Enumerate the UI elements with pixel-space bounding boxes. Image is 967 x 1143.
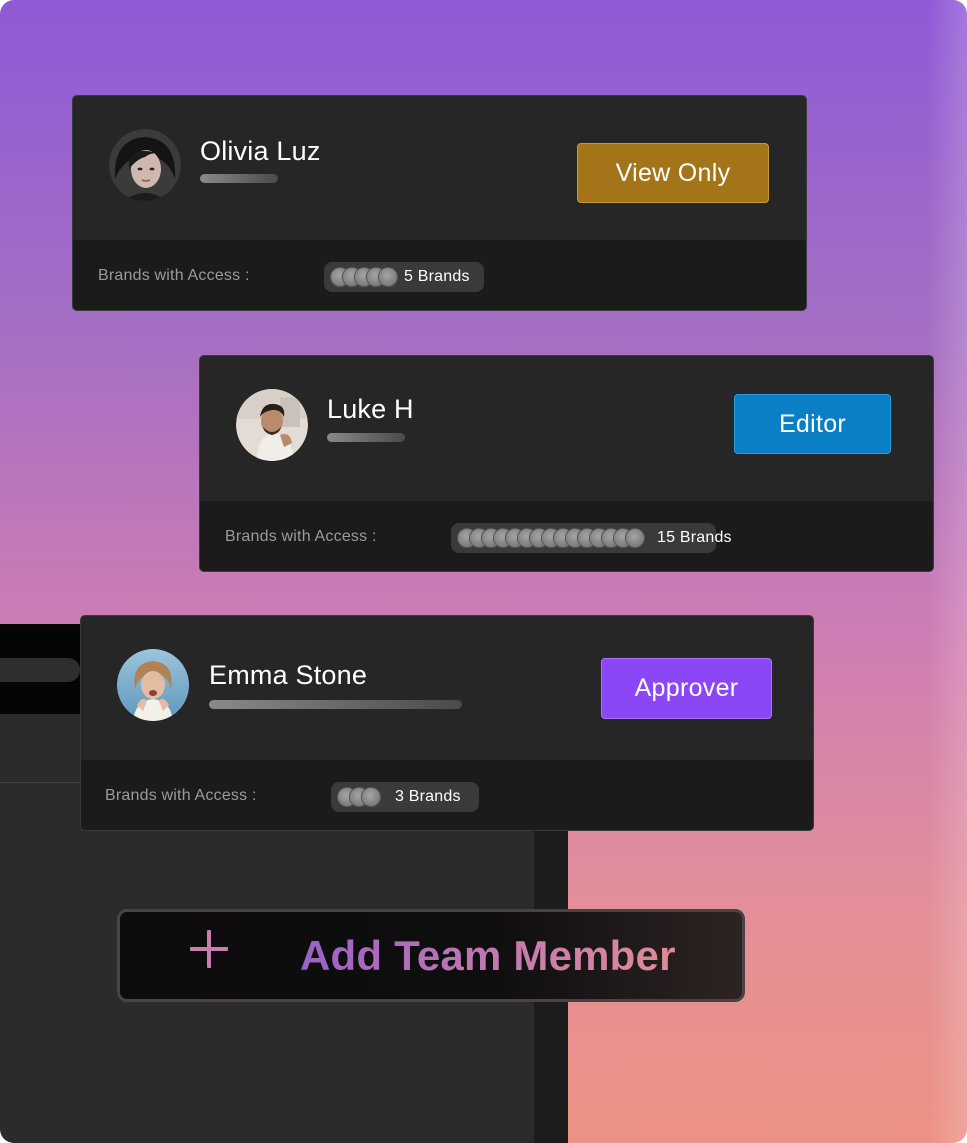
member-card-luke: Luke H Editor Brands with Access : 15 Br… [199, 355, 934, 572]
avatar [109, 129, 181, 201]
member-subtitle-placeholder [200, 174, 278, 183]
card-footer: Brands with Access : 3 Brands [81, 760, 813, 830]
brand-logos [457, 527, 645, 549]
brand-logo-icon [361, 787, 381, 807]
role-button-editor[interactable]: Editor [734, 394, 891, 454]
brand-logo-icon [625, 528, 645, 548]
brands-pill[interactable]: 3 Brands [331, 782, 479, 812]
brands-access-label: Brands with Access : [98, 267, 250, 284]
brand-logos [330, 266, 398, 288]
avatar [117, 649, 189, 721]
brands-access-label: Brands with Access : [105, 787, 257, 804]
brand-logo-icon [378, 267, 398, 287]
brands-count: 15 Brands [657, 529, 732, 546]
add-team-member-label: Add Team Member [300, 932, 676, 979]
member-name: Luke H [327, 394, 414, 424]
brands-pill[interactable]: 5 Brands [324, 262, 484, 292]
role-button-view-only[interactable]: View Only [577, 143, 769, 203]
card-footer: Brands with Access : 5 Brands [73, 240, 806, 310]
background-tab-pill [0, 658, 80, 682]
plus-icon [190, 930, 228, 968]
brands-pill[interactable]: 15 Brands [451, 523, 732, 553]
member-name: Emma Stone [209, 660, 368, 690]
member-subtitle-placeholder [327, 433, 405, 442]
member-card-emma: Emma Stone Approver Brands with Access :… [80, 615, 814, 831]
member-card-olivia: Olivia Luz View Only Brands with Access … [72, 95, 807, 311]
gradient-background: Olivia Luz View Only Brands with Access … [0, 0, 967, 1143]
avatar [236, 389, 308, 461]
role-button-approver[interactable]: Approver [601, 658, 772, 719]
add-team-member-button[interactable]: Add Team Member [117, 909, 745, 1002]
brand-logos [337, 786, 381, 808]
brands-count: 3 Brands [395, 788, 461, 805]
card-footer: Brands with Access : 15 Brands [200, 501, 933, 571]
member-subtitle-placeholder [209, 700, 462, 709]
member-name: Olivia Luz [200, 136, 321, 166]
brands-access-label: Brands with Access : [225, 528, 377, 545]
brands-count: 5 Brands [404, 268, 470, 285]
